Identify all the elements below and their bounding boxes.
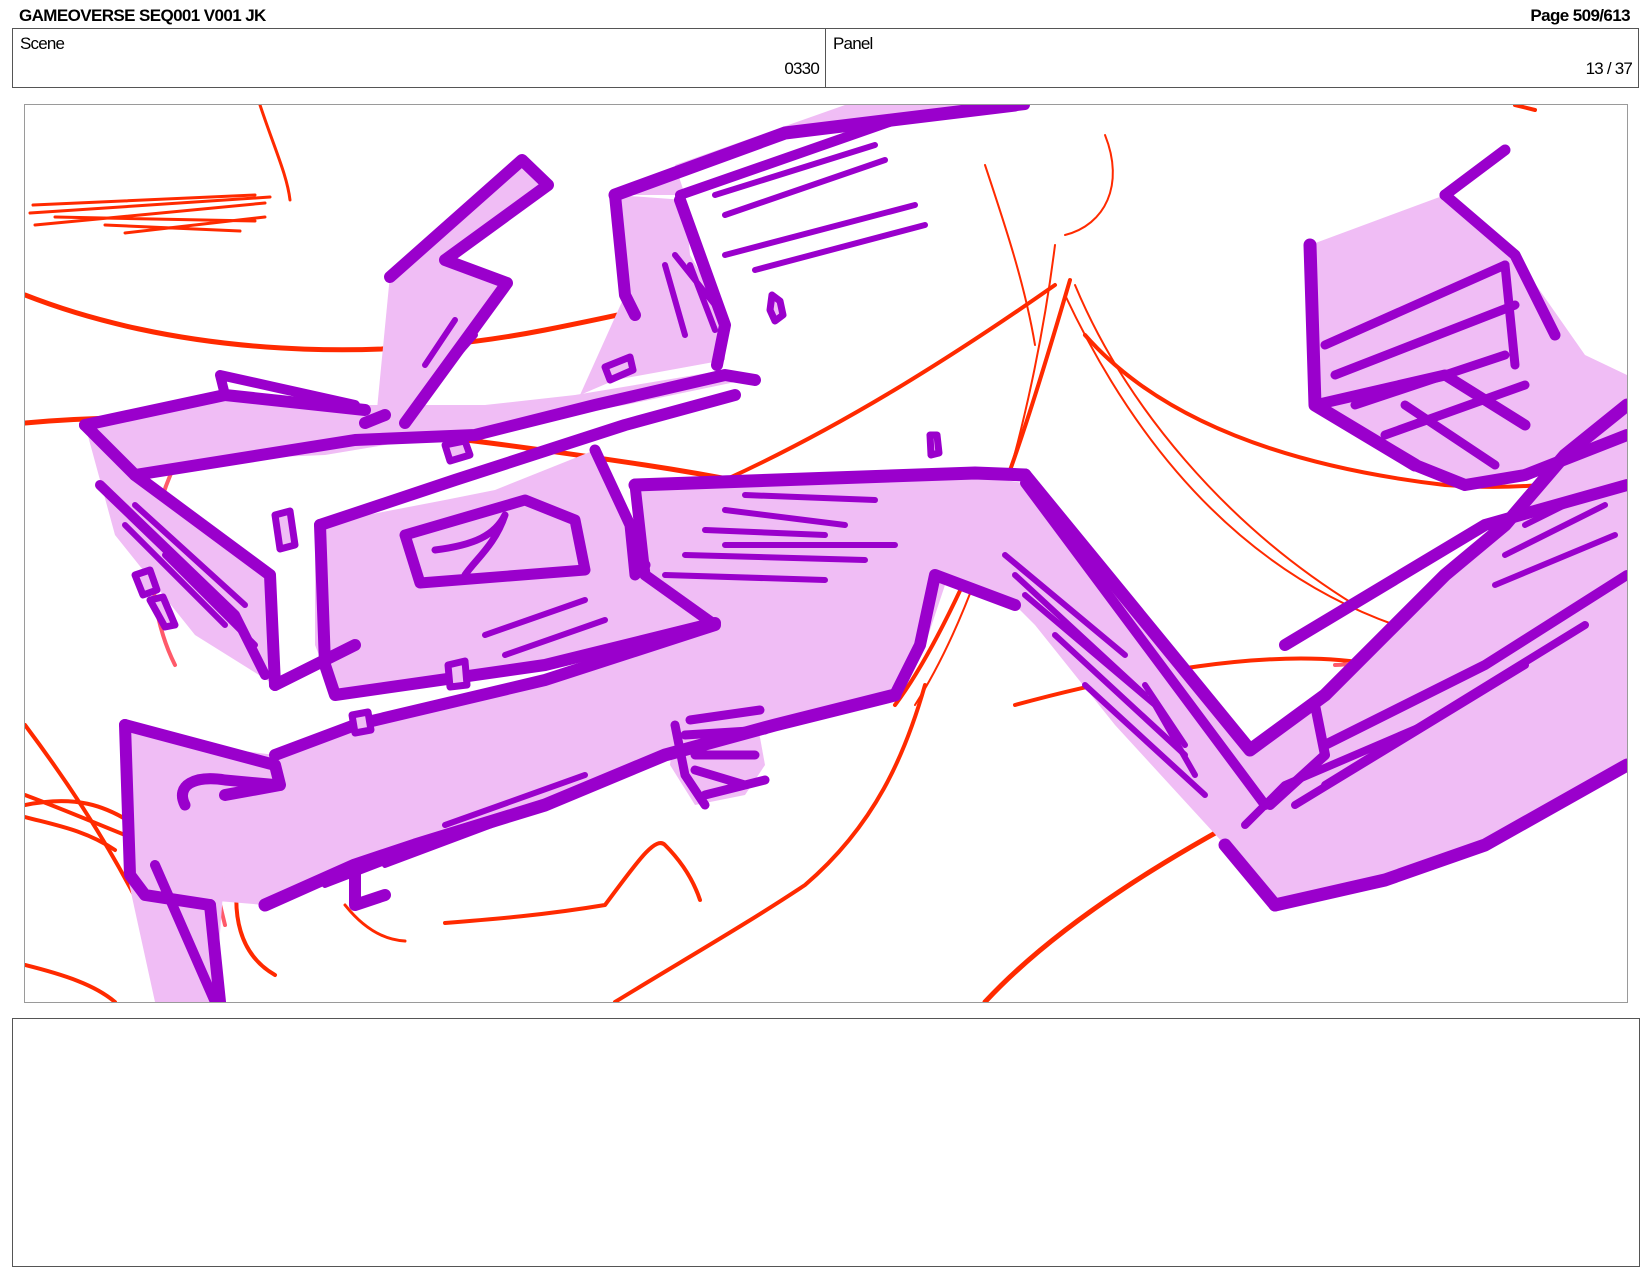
panel-cell: Panel 13 / 37 [826, 29, 1638, 87]
storyboard-frame [24, 104, 1628, 1003]
scene-value: 0330 [784, 59, 819, 78]
header-title: GAMEOVERSE SEQ001 V001 JK [19, 6, 266, 25]
panel-value: 13 / 37 [1585, 59, 1633, 78]
storyboard-sketch [25, 105, 1627, 1002]
notes-box [12, 1018, 1640, 1267]
scene-label: Scene [20, 34, 65, 53]
panel-label: Panel [833, 34, 873, 53]
page-number: Page 509/613 [1530, 6, 1630, 25]
scene-cell: Scene 0330 [13, 29, 826, 87]
scene-panel-info: Scene 0330 Panel 13 / 37 [12, 28, 1639, 88]
